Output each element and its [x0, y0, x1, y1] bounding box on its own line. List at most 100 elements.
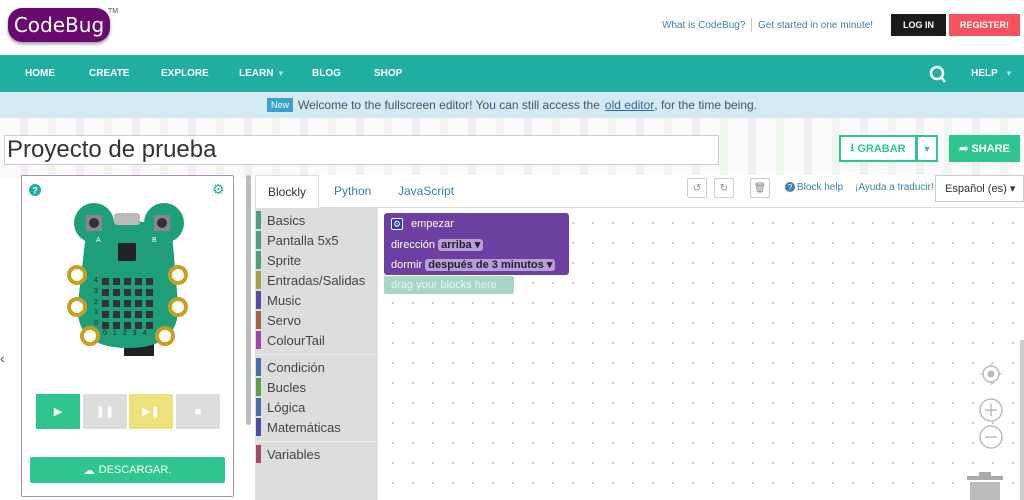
play-button[interactable]: ▶ — [36, 394, 80, 429]
start-block[interactable]: ⚙ empezar dirección arriba ▾ dormir despu… — [384, 213, 569, 275]
search-icon[interactable] — [929, 65, 947, 83]
toolbox-category[interactable]: Servo — [255, 310, 301, 330]
led — [113, 322, 120, 329]
cloud-download-icon: ☁ — [83, 464, 95, 477]
share-icon: ➦ — [959, 143, 972, 155]
login-button[interactable]: LOG IN — [891, 14, 946, 36]
svg-text:?: ? — [32, 186, 38, 196]
stop-button[interactable]: ■ — [176, 394, 220, 429]
pause-button[interactable]: ❚❚ — [83, 394, 127, 429]
nav-create[interactable]: CREATE — [89, 55, 129, 92]
step-button[interactable]: ▶❚ — [129, 394, 173, 429]
tab-javascript[interactable]: JavaScript — [386, 175, 466, 208]
led — [113, 278, 120, 285]
toolbox-category[interactable]: Basics — [255, 210, 305, 230]
download-icon: ⭳ — [850, 142, 858, 154]
translate-link[interactable]: ¡Ayuda a traducir! — [855, 182, 934, 193]
led — [124, 311, 131, 318]
category-label: ColourTail — [267, 332, 325, 348]
settings-gear-icon[interactable]: ⚙ — [212, 181, 225, 198]
toolbox-category[interactable]: Variables — [255, 444, 320, 464]
save-dropdown-button[interactable]: ▼ — [917, 135, 938, 162]
what-is-codebug-link[interactable]: What is CodeBug? — [662, 20, 745, 31]
category-color — [256, 231, 261, 249]
nav-blog[interactable]: BLOG — [312, 55, 341, 92]
register-button[interactable]: REGISTER! — [949, 14, 1020, 36]
nav-home[interactable]: HOME — [25, 55, 55, 92]
save-button[interactable]: ⭳ GRABAR — [839, 135, 917, 162]
toolbox-category[interactable]: Sprite — [255, 250, 301, 270]
codebug-logo[interactable]: CodeBug — [8, 8, 110, 42]
button-a-label: A — [96, 237, 101, 244]
banner-text-end: , for the time being. — [654, 98, 758, 112]
trademark: TM — [108, 8, 119, 15]
blockly-toolbox: Basics Pantalla 5x5 Sprite Entradas/Salidas… — [255, 208, 378, 500]
main-nav: HOME CREATE EXPLORE LEARN ▼ BLOG SHOP HE… — [0, 55, 1024, 92]
delete-icon[interactable]: 🗑 — [750, 178, 770, 198]
panel-scrollbar[interactable] — [246, 175, 251, 425]
led — [124, 300, 131, 307]
category-label: Condición — [267, 359, 325, 375]
recenter-icon[interactable] — [979, 362, 1003, 386]
toolbox-category[interactable]: Condición — [255, 357, 325, 377]
zoom-out-icon[interactable] — [979, 425, 1003, 449]
nav-explore[interactable]: EXPLORE — [161, 55, 209, 92]
category-color — [256, 378, 261, 396]
save-label: GRABAR — [857, 142, 906, 155]
nav-help[interactable]: HELP — [971, 55, 998, 92]
old-editor-link[interactable]: old editor — [605, 98, 654, 112]
block-title: empezar — [411, 218, 454, 230]
category-color — [256, 311, 261, 329]
category-color — [256, 211, 261, 229]
toolbox-category[interactable]: Bucles — [255, 377, 306, 397]
undo-icon[interactable]: ↺ — [687, 178, 707, 198]
get-started-link[interactable]: Get started in one minute! — [758, 20, 873, 31]
led — [113, 300, 120, 307]
download-button[interactable]: ☁ DESCARGAR. — [30, 457, 225, 483]
zoom-in-icon[interactable] — [979, 398, 1003, 422]
notice-banner: New Welcome to the fullscreen editor! Yo… — [0, 92, 1024, 118]
toolbox-category[interactable]: Entradas/Salidas — [255, 270, 365, 290]
block-help-link[interactable]: Block help — [797, 182, 843, 193]
language-select[interactable]: Español (es) ▾ — [935, 175, 1024, 202]
category-label: Servo — [267, 312, 301, 328]
help-icon: ? — [785, 182, 795, 192]
category-label: Bucles — [267, 379, 307, 395]
chevron-down-icon: ▼ — [1005, 69, 1013, 78]
row-labels: 43210 — [94, 277, 98, 328]
category-label: Variables — [267, 446, 321, 462]
workspace-scrollbar[interactable] — [1020, 340, 1024, 500]
category-label: Sprite — [267, 252, 301, 268]
led — [102, 322, 109, 329]
nav-shop[interactable]: SHOP — [374, 55, 402, 92]
led — [102, 300, 109, 307]
help-icon[interactable]: ? — [29, 184, 41, 196]
toolbox-category[interactable]: Matemáticas — [255, 417, 341, 437]
toolbox-category[interactable]: Music — [255, 290, 301, 310]
led — [102, 311, 109, 318]
category-label: Entradas/Salidas — [267, 272, 366, 288]
led — [102, 278, 109, 285]
sleep-dropdown[interactable]: después de 3 minutos ▾ — [425, 259, 556, 271]
led — [124, 289, 131, 296]
category-label: Basics — [267, 212, 306, 228]
redo-icon[interactable]: ↻ — [714, 178, 734, 198]
tab-python[interactable]: Python — [322, 175, 383, 208]
sleep-label: dormir — [391, 259, 423, 271]
tab-blockly[interactable]: Blockly — [255, 175, 320, 208]
category-label: Music — [267, 292, 301, 308]
led — [146, 322, 153, 329]
collapse-panel-icon[interactable]: ‹ — [0, 350, 5, 366]
svg-text:?: ? — [788, 183, 793, 192]
nav-learn[interactable]: LEARN — [239, 55, 273, 92]
trash-icon[interactable] — [967, 472, 1003, 500]
divider — [255, 354, 378, 355]
direction-dropdown[interactable]: arriba ▾ — [438, 239, 484, 251]
toolbox-category[interactable]: Lógica — [255, 397, 305, 417]
toolbox-category[interactable]: ColourTail — [255, 330, 325, 350]
share-button[interactable]: ➦ SHARE — [949, 135, 1020, 162]
chevron-down-icon: ▼ — [277, 69, 285, 78]
toolbox-category[interactable]: Pantalla 5x5 — [255, 230, 339, 250]
project-title-input[interactable]: Proyecto de prueba — [4, 135, 719, 165]
led — [124, 278, 131, 285]
